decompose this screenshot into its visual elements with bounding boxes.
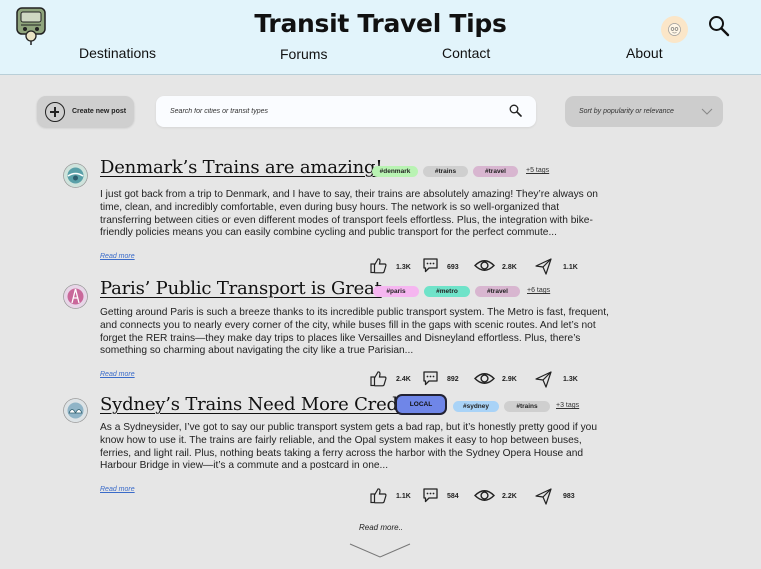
search-icon[interactable]	[708, 15, 730, 37]
tag-chip[interactable]: #paris	[373, 286, 419, 297]
search-icon[interactable]	[509, 104, 522, 117]
tag-chip[interactable]: #travel	[473, 166, 518, 177]
eye-icon[interactable]	[474, 256, 495, 275]
views-count: 2.9K	[502, 376, 517, 383]
local-badge: LOCAL	[395, 394, 447, 415]
thumbs-up-icon[interactable]	[370, 257, 387, 274]
site-header: Transit Travel Tips Destinations Forums …	[0, 0, 761, 75]
views-count: 2.8K	[502, 264, 517, 271]
tag-chip[interactable]: #metro	[424, 286, 470, 297]
create-post-label: Create new post	[72, 108, 127, 115]
tag-chip[interactable]: #trains	[504, 401, 550, 412]
likes-count: 1.3K	[396, 264, 411, 271]
post-body: As a Sydneysider, I’ve got to say our pu…	[100, 422, 598, 472]
share-send-icon[interactable]	[535, 371, 552, 388]
create-post-button[interactable]: Create new post	[37, 96, 134, 127]
chevron-down-icon	[701, 108, 713, 115]
read-more-link[interactable]: Read more	[100, 253, 135, 260]
comments-count: 892	[447, 376, 459, 383]
nav-about[interactable]: About	[626, 45, 663, 61]
tag-chip[interactable]: #travel	[475, 286, 520, 297]
share-send-icon[interactable]	[535, 258, 552, 275]
more-tags-link[interactable]: +3 tags	[556, 402, 579, 409]
nav-destinations[interactable]: Destinations	[79, 45, 156, 61]
thumbs-up-icon[interactable]	[370, 370, 387, 387]
comment-icon[interactable]	[422, 370, 439, 387]
user-avatar[interactable]	[661, 16, 688, 43]
post-body: Getting around Paris is such a breeze th…	[100, 307, 609, 357]
load-more-link[interactable]: Read more..	[359, 523, 403, 532]
more-tags-link[interactable]: +5 tags	[526, 167, 549, 174]
comments-count: 693	[447, 264, 459, 271]
eye-icon[interactable]	[474, 486, 495, 505]
comment-icon[interactable]	[422, 487, 439, 504]
chevron-down-icon[interactable]	[349, 542, 411, 559]
comment-icon[interactable]	[422, 257, 439, 274]
user-face-icon	[668, 23, 681, 36]
site-title: Transit Travel Tips	[254, 9, 507, 38]
read-more-link[interactable]: Read more	[100, 371, 135, 378]
tag-chip[interactable]: #trains	[423, 166, 468, 177]
read-more-link[interactable]: Read more	[100, 486, 135, 493]
author-avatar[interactable]	[63, 398, 88, 423]
plus-circle-icon	[45, 101, 65, 122]
likes-count: 1.1K	[396, 493, 411, 500]
nav-contact[interactable]: Contact	[442, 45, 490, 61]
likes-count: 2.4K	[396, 376, 411, 383]
author-avatar[interactable]	[63, 284, 88, 309]
post-title[interactable]: Paris’ Public Transport is Great	[100, 278, 382, 299]
views-count: 2.2K	[502, 493, 517, 500]
thumbs-up-icon[interactable]	[370, 487, 387, 504]
tag-chip[interactable]: #denmark	[372, 166, 418, 177]
search-bar	[156, 96, 536, 127]
eye-icon[interactable]	[474, 369, 495, 388]
comments-count: 584	[447, 493, 459, 500]
post-title[interactable]: Sydney’s Trains Need More Credit	[100, 394, 411, 415]
nav-forums[interactable]: Forums	[280, 46, 327, 62]
shares-count: 983	[563, 493, 575, 500]
post-title[interactable]: Denmark’s Trains are amazing!	[100, 157, 383, 178]
tag-chip[interactable]: #sydney	[453, 401, 499, 412]
author-avatar[interactable]	[63, 163, 88, 188]
share-send-icon[interactable]	[535, 488, 552, 505]
shares-count: 1.3K	[563, 376, 578, 383]
post-body: I just got back from a trip to Denmark, …	[100, 189, 598, 239]
more-tags-link[interactable]: +6 tags	[527, 287, 550, 294]
search-input[interactable]	[170, 108, 490, 115]
sort-label: Sort by popularity or relevance	[579, 108, 674, 115]
shares-count: 1.1K	[563, 264, 578, 271]
sort-dropdown[interactable]: Sort by popularity or relevance	[565, 96, 723, 127]
